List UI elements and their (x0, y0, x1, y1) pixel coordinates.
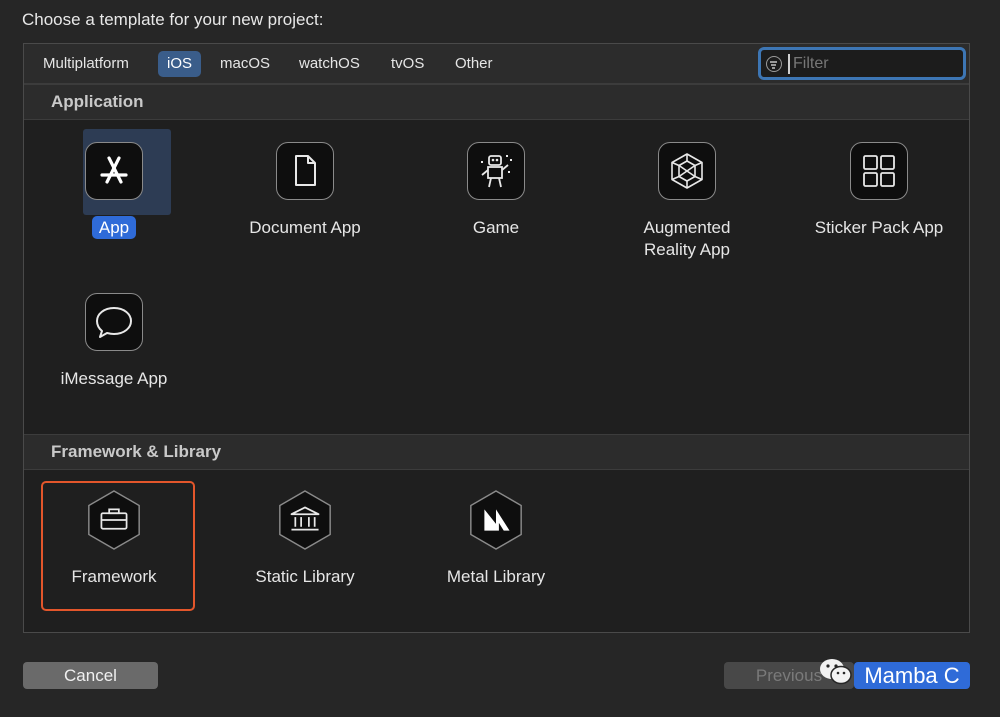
tab-multiplatform[interactable]: Multiplatform (34, 51, 138, 77)
message-bubble-icon (85, 293, 143, 351)
template-label: Sticker Pack App (814, 218, 944, 237)
template-label-line1: Augmented (643, 218, 731, 237)
next-button[interactable]: Mamba C (854, 662, 970, 689)
tab-macos[interactable]: macOS (211, 51, 279, 77)
filter-icon (766, 56, 782, 72)
template-app[interactable]: App (39, 129, 189, 239)
template-framework[interactable]: Framework (39, 490, 189, 588)
template-label: iMessage App (60, 369, 168, 388)
ar-cube-icon (658, 142, 716, 200)
template-imessage-app[interactable]: iMessage App (39, 292, 189, 390)
template-game[interactable]: Game (421, 141, 571, 239)
section-header-application: Application (24, 84, 969, 120)
template-chooser-window: Choose a template for your new project: … (0, 0, 1000, 717)
filter-input[interactable] (788, 54, 960, 74)
template-label: App (91, 216, 137, 239)
template-static-library[interactable]: Static Library (230, 490, 380, 588)
tab-watchos[interactable]: watchOS (290, 51, 369, 77)
tab-ios[interactable]: iOS (158, 51, 202, 77)
template-document-app[interactable]: Document App (230, 141, 380, 239)
template-label: Framework (71, 567, 157, 586)
sticker-grid-icon (850, 142, 908, 200)
tab-other[interactable]: Other (446, 51, 502, 77)
app-store-icon (85, 142, 143, 200)
template-sticker-pack-app[interactable]: Sticker Pack App (803, 141, 955, 239)
library-building-icon (279, 490, 331, 550)
template-label: Document App (249, 218, 361, 237)
toolbox-icon (88, 490, 140, 550)
filter-field[interactable] (758, 47, 966, 80)
template-panel: Multiplatform iOS macOS watchOS tvOS Oth… (23, 43, 970, 633)
platform-tab-bar: Multiplatform iOS macOS watchOS tvOS Oth… (24, 44, 969, 84)
template-label: Game (472, 218, 520, 237)
tab-tvos[interactable]: tvOS (382, 51, 433, 77)
template-label-line2: Reality App (644, 240, 730, 259)
template-label: Static Library (255, 567, 355, 586)
template-augmented-reality-app[interactable]: Augmented Reality App (612, 141, 762, 261)
page-title: Choose a template for your new project: (22, 10, 324, 29)
section-header-framework-library: Framework & Library (24, 434, 969, 470)
template-metal-library[interactable]: Metal Library (421, 490, 571, 588)
cancel-button[interactable]: Cancel (23, 662, 158, 689)
wechat-icon (820, 659, 852, 685)
document-icon (276, 142, 334, 200)
metal-m-icon (470, 490, 522, 550)
game-robot-icon (467, 142, 525, 200)
template-label: Metal Library (446, 567, 546, 586)
